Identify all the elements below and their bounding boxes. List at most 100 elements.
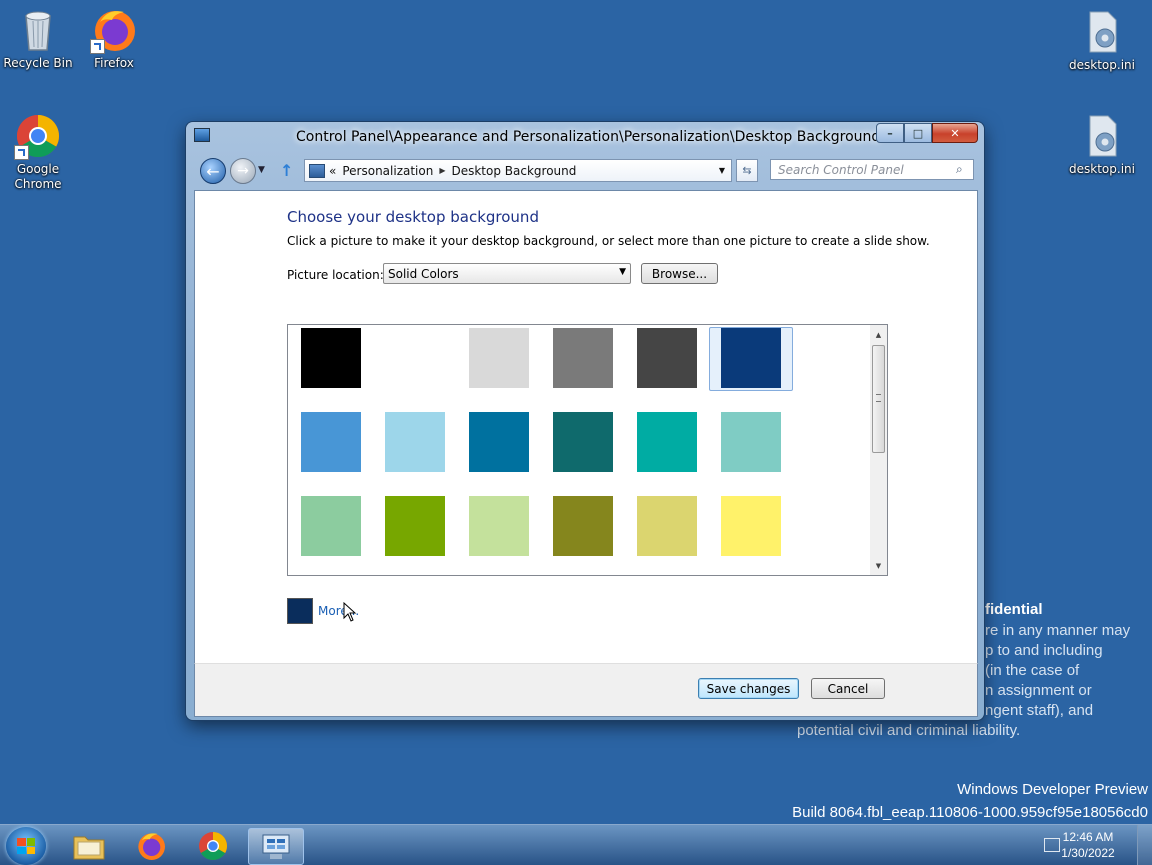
firefox-icon: [138, 832, 165, 860]
color-swatch[interactable]: [301, 328, 361, 388]
taskbar-clock[interactable]: 12:46 AM 1/30/2022: [1048, 829, 1128, 861]
color-gallery: ▲ ▼: [287, 324, 888, 576]
breadcrumb-item-desktop-background[interactable]: Desktop Background: [451, 164, 576, 178]
color-swatch[interactable]: [301, 496, 361, 556]
color-swatch[interactable]: [469, 328, 529, 388]
footer-bar: Save changes Cancel: [194, 663, 978, 717]
settings-file-icon: [1078, 112, 1126, 160]
file-explorer-icon: [73, 836, 105, 859]
chrome-icon: [199, 831, 228, 860]
desktop-icon-google-chrome[interactable]: Google Chrome: [0, 112, 76, 192]
address-bar[interactable]: « Personalization ▶ Desktop Background ▼: [304, 159, 732, 182]
save-changes-button[interactable]: Save changes: [698, 678, 799, 699]
watermark-line: p to and including: [985, 642, 1103, 659]
firefox-icon: [90, 6, 138, 54]
scroll-down-arrow-icon[interactable]: ▼: [870, 557, 887, 574]
shortcut-arrow-icon: [14, 145, 29, 160]
control-panel-icon: [194, 128, 210, 142]
chrome-icon: [14, 112, 62, 160]
cancel-button[interactable]: Cancel: [811, 678, 885, 699]
close-button[interactable]: ✕: [932, 123, 978, 143]
taskbar-file-explorer[interactable]: [62, 828, 116, 863]
desktop-icon-firefox[interactable]: Firefox: [76, 6, 152, 71]
taskbar-control-panel[interactable]: [248, 828, 304, 865]
desktop-icon-label: desktop.ini: [1069, 162, 1135, 176]
color-swatch[interactable]: [385, 412, 445, 472]
watermark-line: potential civil and criminal liability.: [797, 722, 1021, 739]
control-panel-icon: [309, 163, 325, 178]
maximize-button[interactable]: □: [904, 123, 932, 143]
scroll-up-arrow-icon[interactable]: ▲: [870, 326, 887, 343]
taskbar-firefox[interactable]: [124, 828, 178, 863]
grip-icon: [876, 394, 881, 402]
color-swatch[interactable]: [721, 496, 781, 556]
watermark-confidential-heading: fidential: [985, 601, 1043, 618]
page-title: Choose your desktop background: [287, 208, 539, 226]
clock-date: 1/30/2022: [1061, 846, 1115, 860]
window-controls: – □ ✕: [876, 123, 978, 143]
color-swatch[interactable]: [385, 496, 445, 556]
mouse-cursor-icon: [343, 602, 357, 622]
color-swatch[interactable]: [637, 496, 697, 556]
title-bar[interactable]: Control Panel\Appearance and Personaliza…: [186, 122, 984, 152]
color-swatch[interactable]: [385, 328, 445, 388]
color-swatch[interactable]: [637, 328, 697, 388]
desktop-icon-label: Recycle Bin: [3, 56, 73, 70]
scrollbar-thumb[interactable]: [872, 345, 885, 453]
navigation-bar: ← → ▼ ↑ « Personalization ▶ Desktop Back…: [194, 154, 976, 186]
breadcrumb-separator-icon[interactable]: ▶: [439, 166, 445, 175]
watermark-line: n assignment or: [985, 682, 1092, 699]
page-description: Click a picture to make it your desktop …: [287, 234, 930, 248]
breadcrumb-item-personalization[interactable]: Personalization: [342, 164, 433, 178]
chevron-down-icon: ▼: [619, 267, 626, 277]
desktop-icon-label: Google Chrome: [14, 162, 62, 191]
recent-pages-chevron-down-icon[interactable]: ▼: [258, 165, 265, 175]
color-swatch[interactable]: [553, 496, 613, 556]
up-arrow-icon[interactable]: ↑: [280, 161, 293, 180]
watermark-line: (in the case of: [985, 662, 1080, 679]
browse-button[interactable]: Browse...: [641, 263, 718, 284]
desktop-icon-recycle-bin[interactable]: Recycle Bin: [0, 6, 76, 71]
recycle-bin-icon: [14, 6, 62, 54]
show-desktop-button[interactable]: [1137, 825, 1152, 865]
color-swatch[interactable]: [301, 412, 361, 472]
content-area: Choose your desktop background Click a p…: [194, 190, 978, 664]
search-icon[interactable]: ⌕: [956, 162, 963, 177]
color-swatch[interactable]: [721, 328, 781, 388]
taskbar: 12:46 AM 1/30/2022: [0, 824, 1152, 865]
color-swatch[interactable]: [553, 328, 613, 388]
start-button[interactable]: [6, 827, 46, 865]
refresh-icon[interactable]: ⇆: [736, 159, 758, 182]
watermark-line: ngent staff), and: [985, 702, 1094, 719]
picture-location-select[interactable]: Solid Colors ▼: [383, 263, 631, 284]
color-swatch[interactable]: [469, 412, 529, 472]
desktop-background-window: Control Panel\Appearance and Personaliza…: [186, 122, 984, 720]
picture-location-label: Picture location:: [287, 268, 384, 282]
desktop-icon-desktop-ini-1[interactable]: desktop.ini: [1064, 8, 1140, 73]
breadcrumb-overflow[interactable]: «: [329, 164, 336, 178]
watermark-build: Build 8064.fbl_eeap.110806-1000.959cf95e…: [792, 804, 1148, 821]
windows-logo-icon: [17, 838, 35, 854]
color-swatch[interactable]: [553, 412, 613, 472]
taskbar-chrome[interactable]: [186, 828, 240, 863]
shortcut-arrow-icon: [90, 39, 105, 54]
control-panel-icon: [262, 834, 290, 859]
more-color-swatch[interactable]: [287, 598, 313, 624]
forward-button[interactable]: →: [230, 158, 256, 184]
desktop-icon-label: Firefox: [94, 56, 134, 70]
search-input[interactable]: Search Control Panel: [770, 159, 974, 180]
color-swatch[interactable]: [721, 412, 781, 472]
back-button[interactable]: ←: [200, 158, 226, 184]
address-dropdown-chevron-down-icon[interactable]: ▼: [719, 166, 725, 175]
desktop-icon-label: desktop.ini: [1069, 58, 1135, 72]
watermark-line: re in any manner may: [985, 622, 1131, 639]
clock-time: 12:46 AM: [1062, 830, 1114, 844]
color-swatch[interactable]: [637, 412, 697, 472]
minimize-button[interactable]: –: [876, 123, 904, 143]
vertical-scrollbar[interactable]: ▲ ▼: [870, 325, 887, 575]
watermark-product: Windows Developer Preview: [957, 781, 1148, 798]
picture-location-value: Solid Colors: [388, 266, 459, 281]
settings-file-icon: [1078, 8, 1126, 56]
color-swatch[interactable]: [469, 496, 529, 556]
desktop-icon-desktop-ini-2[interactable]: desktop.ini: [1064, 112, 1140, 177]
